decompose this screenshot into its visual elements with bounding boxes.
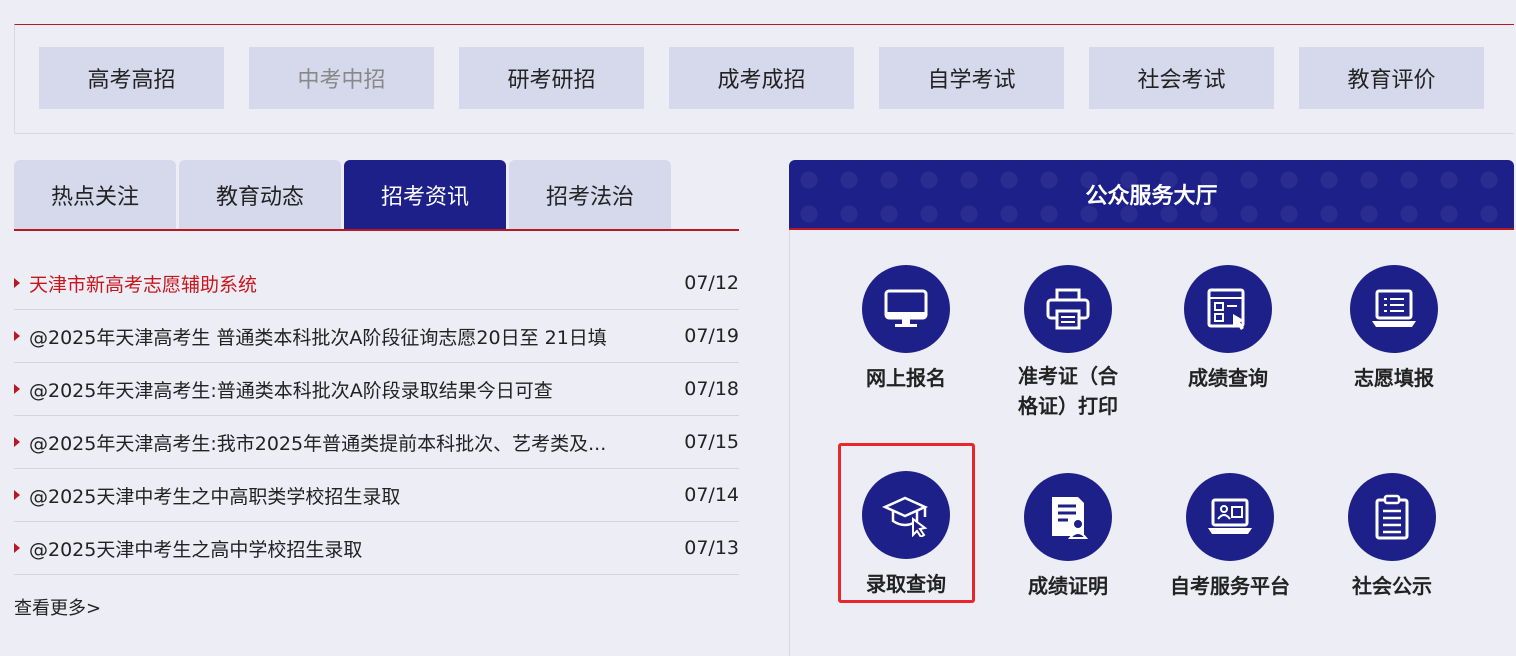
service-label: 成绩证明	[1028, 574, 1108, 598]
service-platform-icon	[1186, 473, 1274, 561]
service-admission-ticket[interactable]: 准考证（合格证）打印	[993, 265, 1143, 421]
bullet-icon	[14, 384, 20, 394]
view-more-link[interactable]: 查看更多>	[14, 594, 101, 620]
service-score-certificate[interactable]: 成绩证明	[993, 473, 1143, 601]
list-item[interactable]: @2025年天津高考生:普通类本科批次A阶段录取结果今日可查 07/18	[14, 363, 739, 416]
bullet-icon	[14, 331, 20, 341]
list-item[interactable]: @2025年天津高考生:我市2025年普通类提前本科批次、艺考类及... 07/…	[14, 416, 739, 469]
service-hall-header: 公众服务大厅	[789, 160, 1514, 228]
service-volunteer-fill[interactable]: 志愿填报	[1319, 265, 1469, 393]
list-item[interactable]: @2025天津中考生之高中学校招生录取 07/13	[14, 522, 739, 575]
tab-divider	[14, 229, 739, 231]
service-label: 自考服务平台	[1170, 574, 1290, 598]
list-item[interactable]: @2025天津中考生之中高职类学校招生录取 07/14	[14, 469, 739, 522]
category-bar: 高考高招 中考中招 研考研招 成考成招 自学考试 社会考试 教育评价	[14, 24, 1514, 134]
service-label: 社会公示	[1352, 574, 1432, 598]
news-list: 天津市新高考志愿辅助系统 07/12 @2025年天津高考生 普通类本科批次A阶…	[14, 257, 739, 575]
service-label: 网上报名	[866, 366, 946, 390]
news-title[interactable]: @2025天津中考生之高中学校招生录取	[29, 535, 674, 562]
tab-exam-info[interactable]: 招考资讯	[344, 160, 506, 230]
highlight-box	[838, 443, 975, 603]
category-pingjia-button[interactable]: 教育评价	[1299, 47, 1484, 109]
service-label: 志愿填报	[1354, 366, 1434, 390]
category-zixue-button[interactable]: 自学考试	[879, 47, 1064, 109]
service-label: 准考证（合格证）打印	[1018, 364, 1118, 418]
service-label: 成绩查询	[1188, 366, 1268, 390]
news-date: 07/18	[684, 378, 739, 400]
service-public-notice[interactable]: 社会公示	[1317, 473, 1467, 601]
service-hall-title: 公众服务大厅	[1085, 184, 1218, 209]
service-score-query[interactable]: 成绩查询	[1153, 265, 1303, 393]
bullet-icon	[14, 490, 20, 500]
news-title[interactable]: @2025年天津高考生 普通类本科批次A阶段征询志愿20日至 21日填	[29, 323, 674, 350]
news-date: 07/19	[684, 325, 739, 347]
news-tabs: 热点关注 教育动态 招考资讯 招考法治	[14, 160, 739, 230]
service-self-exam-platform[interactable]: 自考服务平台	[1155, 473, 1305, 601]
news-title[interactable]: @2025年天津高考生:普通类本科批次A阶段录取结果今日可查	[29, 376, 674, 403]
tab-exam-law[interactable]: 招考法治	[509, 160, 671, 230]
bullet-icon	[14, 437, 20, 447]
category-zhongkao-button[interactable]: 中考中招	[249, 47, 434, 109]
category-yankao-button[interactable]: 研考研招	[459, 47, 644, 109]
bullet-icon	[14, 543, 20, 553]
news-title[interactable]: @2025年天津高考生:我市2025年普通类提前本科批次、艺考类及...	[29, 429, 674, 456]
list-item[interactable]: 天津市新高考志愿辅助系统 07/12	[14, 257, 739, 310]
bullet-icon	[14, 278, 20, 288]
news-date: 07/14	[684, 484, 739, 506]
news-date: 07/13	[684, 537, 739, 559]
category-gaokao-button[interactable]: 高考高招	[39, 47, 224, 109]
news-date: 07/12	[684, 272, 739, 294]
news-title[interactable]: @2025天津中考生之中高职类学校招生录取	[29, 482, 674, 509]
certificate-icon	[1024, 473, 1112, 561]
tab-hotspot[interactable]: 热点关注	[14, 160, 176, 230]
news-title[interactable]: 天津市新高考志愿辅助系统	[29, 270, 674, 297]
news-date: 07/15	[684, 431, 739, 453]
category-chengkao-button[interactable]: 成考成招	[669, 47, 854, 109]
printer-icon	[1024, 265, 1112, 353]
laptop-list-icon	[1350, 265, 1438, 353]
monitor-icon	[862, 265, 950, 353]
list-item[interactable]: @2025年天津高考生 普通类本科批次A阶段征询志愿20日至 21日填 07/1…	[14, 310, 739, 363]
tab-edu-news[interactable]: 教育动态	[179, 160, 341, 230]
service-online-register[interactable]: 网上报名	[831, 265, 981, 393]
clipboard-icon	[1348, 473, 1436, 561]
category-shehui-button[interactable]: 社会考试	[1089, 47, 1274, 109]
score-query-icon	[1184, 265, 1272, 353]
